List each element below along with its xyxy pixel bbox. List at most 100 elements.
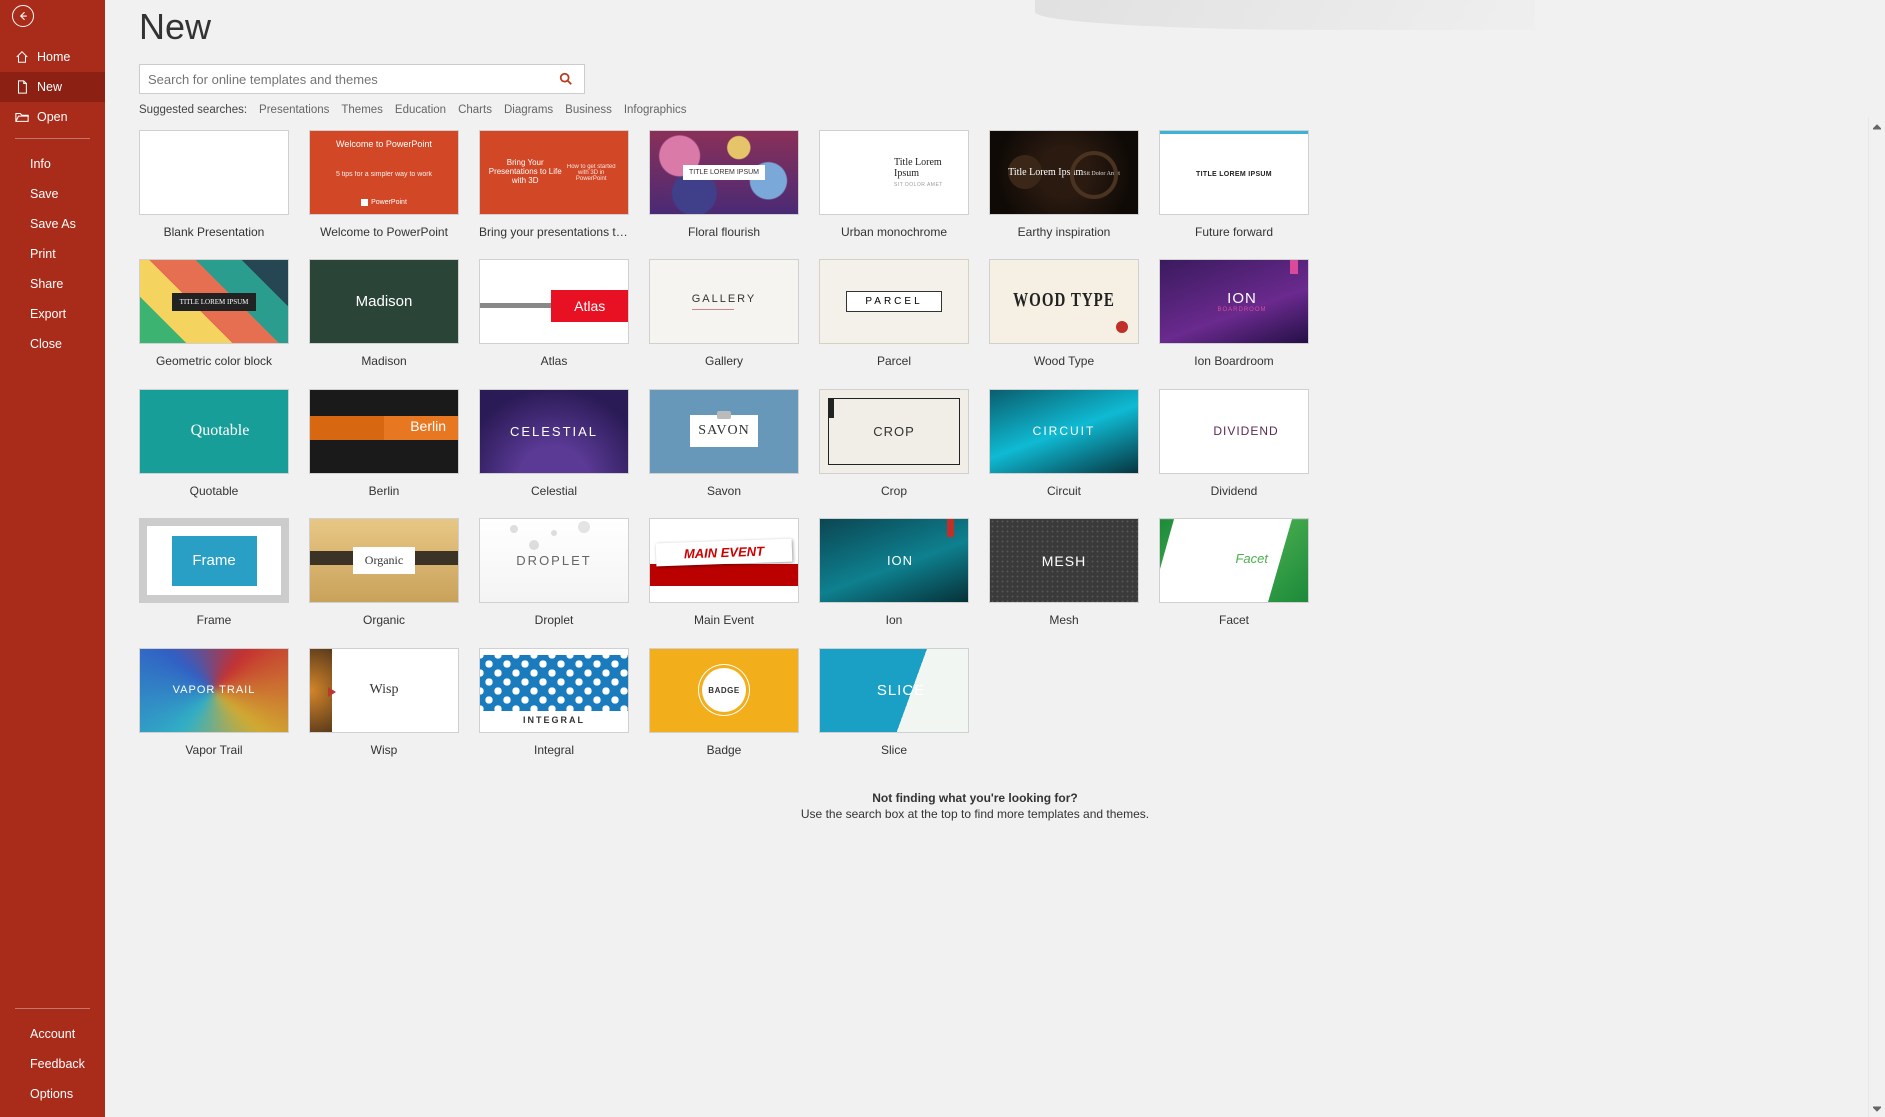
template-label: Mesh	[989, 613, 1139, 627]
nav-close[interactable]: Close	[0, 329, 105, 359]
suggested-presentations[interactable]: Presentations	[259, 104, 329, 116]
suggested-themes[interactable]: Themes	[341, 104, 383, 116]
nav-export[interactable]: Export	[0, 299, 105, 329]
template-card-slice[interactable]: SLICESlice	[819, 648, 969, 757]
template-card-future[interactable]: TITLE LOREM IPSUMFuture forward	[1159, 130, 1309, 239]
scrollbar-track[interactable]	[1869, 135, 1885, 1100]
template-thumbnail	[139, 130, 289, 215]
back-button[interactable]	[12, 5, 34, 27]
suggested-business[interactable]: Business	[565, 104, 612, 116]
template-label: Bring your presentations to lif...	[479, 225, 629, 239]
template-thumbnail: IONBOARDROOM	[1159, 259, 1309, 344]
search-button[interactable]	[556, 69, 576, 89]
template-card-earthy[interactable]: Title Lorem IpsumSit Dolor AmetEarthy in…	[989, 130, 1139, 239]
suggested-diagrams[interactable]: Diagrams	[504, 104, 553, 116]
suggested-infographics[interactable]: Infographics	[624, 104, 687, 116]
nav-home-label: Home	[37, 50, 70, 64]
nav-separator-bottom	[15, 1008, 90, 1009]
template-label: Circuit	[989, 484, 1139, 498]
suggested-searches: Suggested searches: Presentations Themes…	[139, 104, 1851, 116]
template-card-3d[interactable]: Bring Your Presentations to Life with 3D…	[479, 130, 629, 239]
template-card-quot[interactable]: QuotableQuotable	[139, 389, 289, 498]
template-thumbnail: VAPOR TRAIL	[139, 648, 289, 733]
template-thumbnail: INTEGRAL	[479, 648, 629, 733]
template-card-mesh[interactable]: MESH Mesh	[989, 518, 1139, 627]
template-card-savon[interactable]: SAVONSavon	[649, 389, 799, 498]
template-card-blank[interactable]: Blank Presentation	[139, 130, 289, 239]
template-card-vapor[interactable]: VAPOR TRAILVapor Trail	[139, 648, 289, 757]
template-card-floral[interactable]: TITLE LOREM IPSUMFloral flourish	[649, 130, 799, 239]
template-thumbnail: TITLE LOREM IPSUM	[1159, 130, 1309, 215]
template-card-ion[interactable]: IONBOARDROOMIon Boardroom	[1159, 259, 1309, 368]
search-box[interactable]	[139, 64, 585, 94]
nav-print[interactable]: Print	[0, 239, 105, 269]
template-thumbnail: PARCEL	[819, 259, 969, 344]
arrow-left-icon	[17, 10, 29, 22]
template-card-mainev[interactable]: MAIN EVENTMain Event	[649, 518, 799, 627]
nav-open[interactable]: Open	[0, 102, 105, 132]
template-card-badge[interactable]: BADGEBadge	[649, 648, 799, 757]
template-card-celest[interactable]: CELESTIALCelestial	[479, 389, 629, 498]
template-scroll-area[interactable]: Blank Presentation Welcome to PowerPoint5…	[139, 130, 1851, 1117]
template-thumbnail: MESH	[989, 518, 1139, 603]
template-card-droplet[interactable]: DROPLETDroplet	[479, 518, 629, 627]
template-grid: Blank Presentation Welcome to PowerPoint5…	[139, 130, 1811, 757]
template-label: Gallery	[649, 354, 799, 368]
template-card-urban[interactable]: Title Lorem IpsumSIT DOLOR AMETUrban mon…	[819, 130, 969, 239]
suggested-education[interactable]: Education	[395, 104, 446, 116]
nav-save-as[interactable]: Save As	[0, 209, 105, 239]
template-card-dividend[interactable]: DIVIDENDDividend	[1159, 389, 1309, 498]
nav-home[interactable]: Home	[0, 42, 105, 72]
template-thumbnail: Bring Your Presentations to Life with 3D…	[479, 130, 629, 215]
template-label: Wood Type	[989, 354, 1139, 368]
nav-info[interactable]: Info	[0, 149, 105, 179]
template-card-organic[interactable]: OrganicOrganic	[309, 518, 459, 627]
template-card-berlin[interactable]: BerlinBerlin	[309, 389, 459, 498]
template-card-crop[interactable]: CROPCrop	[819, 389, 969, 498]
footer-line1: Not finding what you're looking for?	[139, 791, 1811, 805]
template-label: Welcome to PowerPoint	[309, 225, 459, 239]
nav-new[interactable]: New	[0, 72, 105, 102]
template-card-wisp[interactable]: WispWisp	[309, 648, 459, 757]
template-card-welcome[interactable]: Welcome to PowerPoint5 tips for a simple…	[309, 130, 459, 239]
template-card-atlas[interactable]: AtlasAtlas	[479, 259, 629, 368]
nav-new-label: New	[37, 80, 62, 94]
suggested-charts[interactable]: Charts	[458, 104, 492, 116]
nav-separator	[15, 138, 90, 139]
scroll-down-button[interactable]	[1869, 1100, 1885, 1117]
template-label: Main Event	[649, 613, 799, 627]
template-thumbnail: CELESTIAL	[479, 389, 629, 474]
template-card-frame[interactable]: FrameFrame	[139, 518, 289, 627]
template-card-parcel[interactable]: PARCELParcel	[819, 259, 969, 368]
template-card-madison[interactable]: MadisonMadison	[309, 259, 459, 368]
vertical-scrollbar[interactable]	[1868, 118, 1885, 1117]
template-thumbnail: CIRCUIT	[989, 389, 1139, 474]
template-thumbnail: GALLERY	[649, 259, 799, 344]
template-thumbnail: WOOD TYPE	[989, 259, 1139, 344]
nav-save[interactable]: Save	[0, 179, 105, 209]
template-thumbnail: SAVON	[649, 389, 799, 474]
template-thumbnail: Berlin	[309, 389, 459, 474]
template-card-facet[interactable]: FacetFacet	[1159, 518, 1309, 627]
scroll-up-button[interactable]	[1869, 118, 1885, 135]
template-thumbnail: Title Lorem IpsumSit Dolor Amet	[989, 130, 1139, 215]
template-label: Ion	[819, 613, 969, 627]
template-label: Blank Presentation	[139, 225, 289, 239]
template-card-circuit[interactable]: CIRCUIT Circuit	[989, 389, 1139, 498]
nav-options[interactable]: Options	[0, 1079, 105, 1109]
template-label: Quotable	[139, 484, 289, 498]
nav-share[interactable]: Share	[0, 269, 105, 299]
template-label: Integral	[479, 743, 629, 757]
template-card-integral[interactable]: INTEGRAL Integral	[479, 648, 629, 757]
template-card-wood[interactable]: WOOD TYPE Wood Type	[989, 259, 1139, 368]
nav-account[interactable]: Account	[0, 1019, 105, 1049]
template-label: Droplet	[479, 613, 629, 627]
template-label: Dividend	[1159, 484, 1309, 498]
search-input[interactable]	[148, 72, 556, 87]
template-card-geo[interactable]: TITLE LOREM IPSUMGeometric color block	[139, 259, 289, 368]
template-thumbnail: Madison	[309, 259, 459, 344]
nav-feedback[interactable]: Feedback	[0, 1049, 105, 1079]
template-card-gallery[interactable]: GALLERY Gallery	[649, 259, 799, 368]
template-card-ion2[interactable]: IONIon	[819, 518, 969, 627]
search-icon	[559, 72, 573, 86]
